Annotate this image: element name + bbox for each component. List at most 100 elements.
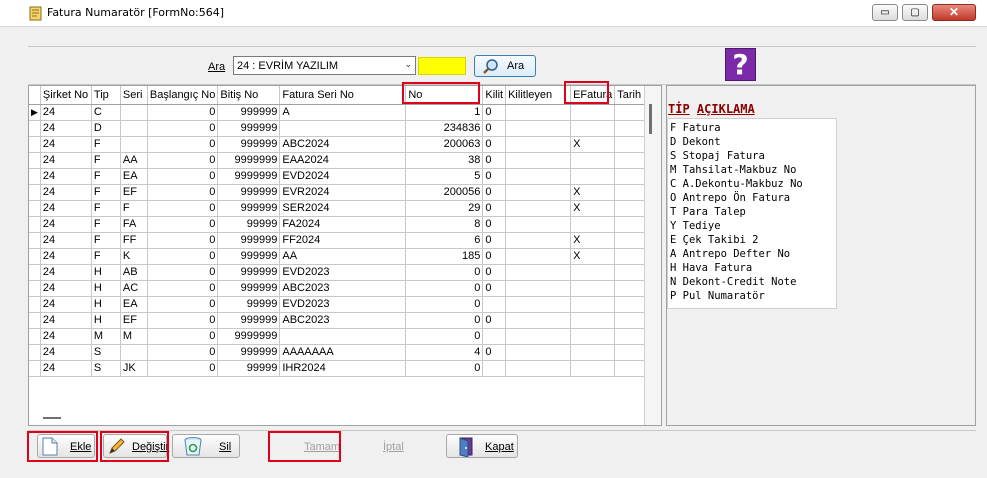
cell-lock[interactable]: 0 [482, 184, 507, 201]
cell-invoice-series-no[interactable]: FF2024 [279, 232, 407, 249]
table-row[interactable]: 24 S 0 999999 AAAAAAA 4 0 [29, 344, 652, 361]
cell-lock[interactable]: 0 [482, 312, 507, 329]
cell-type[interactable]: H [91, 312, 121, 329]
cell-locked-by[interactable] [505, 200, 572, 217]
cell-series[interactable]: JK [120, 360, 148, 377]
cell-invoice-series-no[interactable]: ABC2023 [279, 280, 407, 297]
cell-type[interactable]: F [91, 136, 121, 153]
scroll-thumb[interactable] [649, 104, 652, 134]
cell-type[interactable]: F [91, 152, 121, 169]
column-header-end-no[interactable]: Bitiş No [217, 86, 281, 105]
cell-start-no[interactable]: 0 [147, 264, 219, 281]
cell-invoice-series-no[interactable]: AA [279, 248, 407, 265]
cell-end-no[interactable]: 999999 [217, 264, 281, 281]
cell-series[interactable] [120, 344, 148, 361]
column-header-invoice-series-no[interactable]: Fatura Seri No [279, 86, 407, 105]
cell-efatura[interactable] [570, 328, 616, 345]
cell-series[interactable]: F [120, 200, 148, 217]
cell-no[interactable]: 185 [405, 248, 484, 265]
cell-type[interactable]: H [91, 296, 121, 313]
cell-company-no[interactable]: 24 [40, 200, 92, 217]
cell-start-no[interactable]: 0 [147, 152, 219, 169]
cell-no[interactable]: 5 [405, 168, 484, 185]
cell-type[interactable]: C [91, 104, 121, 121]
table-row[interactable]: 24 F 0 999999 ABC2024 200063 0 X [29, 136, 652, 153]
cell-lock[interactable]: 0 [482, 280, 507, 297]
cell-no[interactable]: 0 [405, 328, 484, 345]
cell-no[interactable]: 200063 [405, 136, 484, 153]
search-input[interactable] [418, 57, 466, 75]
column-header-start-no[interactable]: Başlangıç No [147, 86, 219, 105]
cell-end-no[interactable]: 999999 [217, 120, 281, 137]
cell-locked-by[interactable] [505, 296, 572, 313]
cell-invoice-series-no[interactable]: EVD2023 [279, 264, 407, 281]
cell-lock[interactable]: 0 [482, 344, 507, 361]
cell-locked-by[interactable] [505, 312, 572, 329]
cell-start-no[interactable]: 0 [147, 248, 219, 265]
search-button[interactable]: Ara [474, 55, 536, 77]
cell-invoice-series-no[interactable]: AAAAAAA [279, 344, 407, 361]
delete-button[interactable]: Sil [172, 434, 240, 458]
company-select[interactable]: 24 : EVRİM YAZILIM ⌄ [233, 56, 416, 75]
cell-efatura[interactable] [570, 312, 616, 329]
cell-invoice-series-no[interactable]: EVR2024 [279, 184, 407, 201]
cell-locked-by[interactable] [505, 232, 572, 249]
cell-type[interactable]: M [91, 328, 121, 345]
cell-series[interactable]: AA [120, 152, 148, 169]
cell-type[interactable]: S [91, 360, 121, 377]
cell-lock[interactable]: 0 [482, 264, 507, 281]
cell-company-no[interactable]: 24 [40, 328, 92, 345]
cell-end-no[interactable]: 999999 [217, 232, 281, 249]
cell-start-no[interactable]: 0 [147, 168, 219, 185]
cell-lock[interactable]: 0 [482, 200, 507, 217]
cell-series[interactable]: EA [120, 296, 148, 313]
cell-start-no[interactable]: 0 [147, 360, 219, 377]
cell-invoice-series-no[interactable]: EVD2024 [279, 168, 407, 185]
cell-no[interactable]: 0 [405, 312, 484, 329]
cell-locked-by[interactable] [505, 216, 572, 233]
add-button[interactable]: Ekle [37, 434, 95, 458]
cell-type[interactable]: S [91, 344, 121, 361]
cell-no[interactable]: 0 [405, 360, 484, 377]
cell-no[interactable]: 29 [405, 200, 484, 217]
cell-type[interactable]: F [91, 168, 121, 185]
cell-company-no[interactable]: 24 [40, 232, 92, 249]
ok-button[interactable]: Tamam [272, 434, 340, 458]
cell-start-no[interactable]: 0 [147, 184, 219, 201]
cell-efatura[interactable]: X [570, 184, 616, 201]
cell-no[interactable]: 0 [405, 280, 484, 297]
cell-locked-by[interactable] [505, 280, 572, 297]
cell-end-no[interactable]: 999999 [217, 200, 281, 217]
table-row[interactable]: 24 F EA 0 9999999 EVD2024 5 0 [29, 168, 652, 185]
cell-no[interactable]: 0 [405, 296, 484, 313]
cell-locked-by[interactable] [505, 264, 572, 281]
cell-lock[interactable]: 0 [482, 232, 507, 249]
cell-invoice-series-no[interactable]: SER2024 [279, 200, 407, 217]
cell-locked-by[interactable] [505, 248, 572, 265]
cell-lock[interactable]: 0 [482, 136, 507, 153]
cell-company-no[interactable]: 24 [40, 216, 92, 233]
cell-efatura[interactable] [570, 264, 616, 281]
cell-locked-by[interactable] [505, 168, 572, 185]
cell-lock[interactable] [482, 296, 507, 313]
cell-end-no[interactable]: 999999 [217, 280, 281, 297]
cell-series[interactable]: M [120, 328, 148, 345]
cell-lock[interactable]: 0 [482, 168, 507, 185]
cell-company-no[interactable]: 24 [40, 104, 92, 121]
cell-invoice-series-no[interactable]: ABC2023 [279, 312, 407, 329]
cell-invoice-series-no[interactable]: A [279, 104, 407, 121]
column-header-company-no[interactable]: Şirket No [40, 86, 92, 105]
column-header-efatura[interactable]: EFatura [570, 86, 616, 105]
cell-no[interactable]: 8 [405, 216, 484, 233]
cell-no[interactable]: 4 [405, 344, 484, 361]
cell-company-no[interactable]: 24 [40, 280, 92, 297]
cell-invoice-series-no[interactable]: EAA2024 [279, 152, 407, 169]
cell-efatura[interactable] [570, 216, 616, 233]
cell-end-no[interactable]: 999999 [217, 136, 281, 153]
column-header-series[interactable]: Seri [120, 86, 148, 105]
cell-locked-by[interactable] [505, 136, 572, 153]
cell-series[interactable]: FF [120, 232, 148, 249]
table-row[interactable]: 24 F AA 0 9999999 EAA2024 38 0 [29, 152, 652, 169]
column-header-type[interactable]: Tip [91, 86, 121, 105]
cell-series[interactable] [120, 120, 148, 137]
